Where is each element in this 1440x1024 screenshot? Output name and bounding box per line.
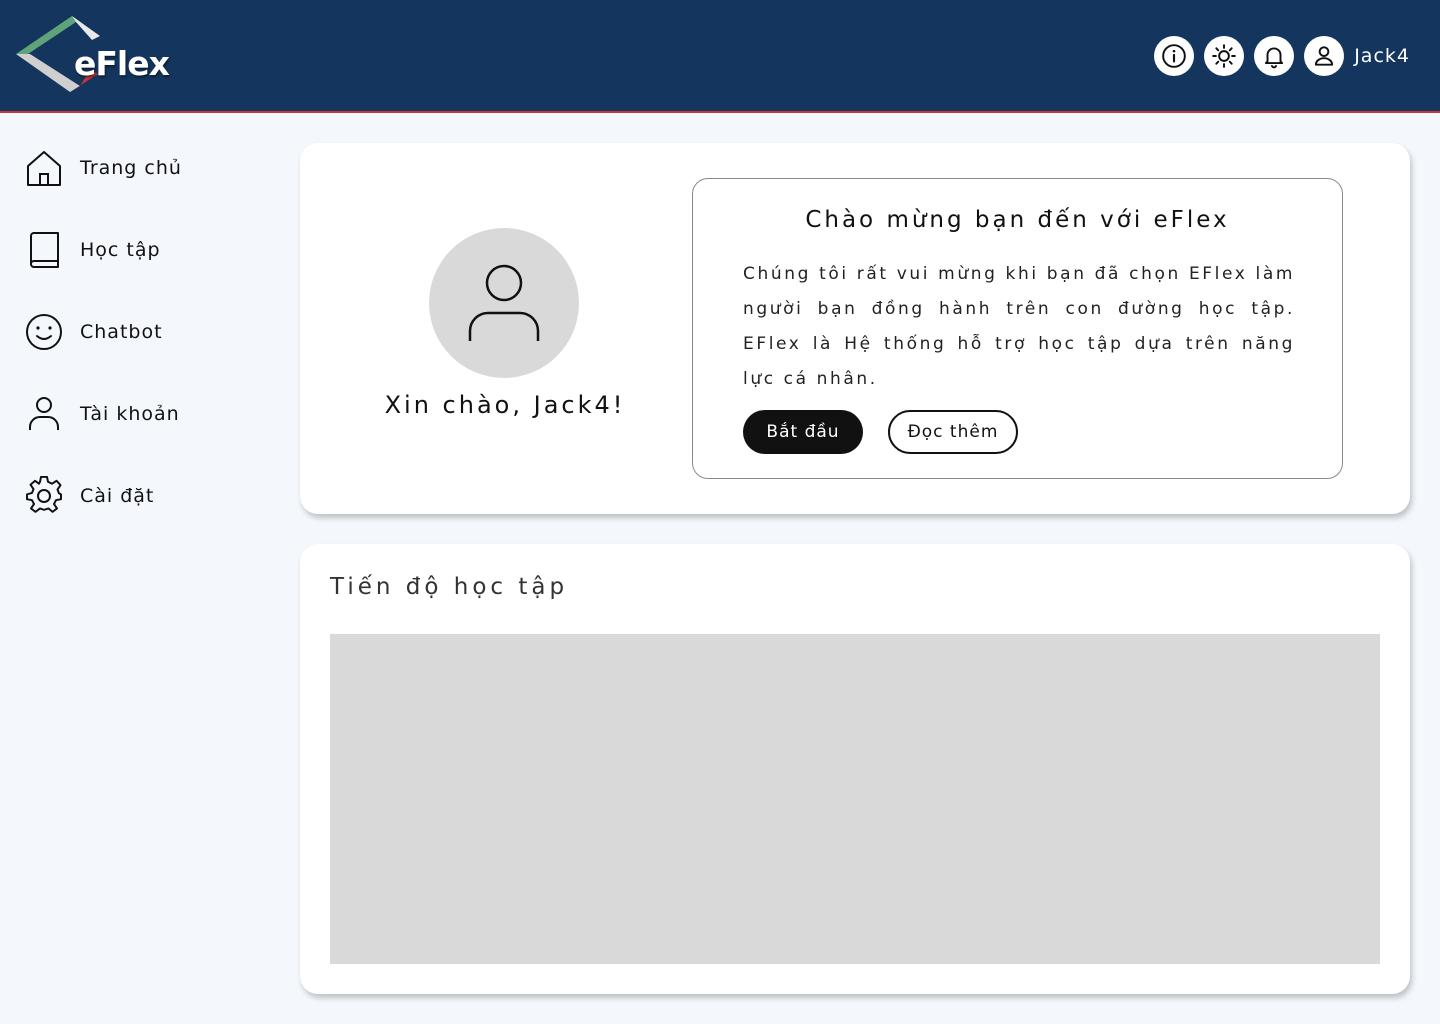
- notification-bell-icon: [1265, 47, 1284, 69]
- sidebar-item-label: Tài khoản: [80, 403, 180, 425]
- info-button[interactable]: [1154, 36, 1195, 76]
- sidebar-item-label: Trang chủ: [80, 157, 182, 179]
- intro-description: Chúng tôi rất vui mừng khi bạn đã chọn E…: [743, 264, 1295, 389]
- theme-toggle-icon: [1212, 44, 1237, 68]
- info-icon: [1162, 44, 1187, 68]
- start-button[interactable]: Bắt đầu: [743, 410, 863, 454]
- intro-panel: Chào mừng bạn đến với eFlex Chúng tôi rấ…: [692, 178, 1343, 479]
- top-header: eFlex Jack4: [0, 0, 1440, 113]
- header-actions: Jack4: [1144, 35, 1410, 77]
- book-icon: [30, 232, 59, 268]
- greeting-text: Xin chào, Jack4!: [384, 391, 626, 419]
- intro-title: Chào mừng bạn đến với eFlex: [805, 207, 1230, 233]
- sidebar-item-learning[interactable]: Học tập: [24, 225, 274, 275]
- sidebar-item-label: Chatbot: [80, 321, 163, 343]
- sidebar-item-settings[interactable]: Cài đặt: [24, 471, 274, 521]
- eflex-logo[interactable]: eFlex: [14, 14, 170, 94]
- gear-icon: [26, 476, 62, 513]
- progress-placeholder: [330, 634, 1380, 964]
- profile-avatar[interactable]: [429, 228, 579, 378]
- notifications-button[interactable]: [1254, 36, 1295, 76]
- username-label[interactable]: Jack4: [1354, 45, 1410, 67]
- home-icon: [27, 151, 61, 186]
- user-avatar-button[interactable]: [1304, 36, 1345, 76]
- smiley-icon: [26, 314, 62, 350]
- logo-text: eFlex: [74, 44, 170, 83]
- welcome-card: Xin chào, Jack4! Chào mừng bạn đến với e…: [300, 143, 1410, 514]
- user-icon: [1315, 46, 1334, 66]
- user-icon: [29, 397, 59, 430]
- sidebar-item-label: Học tập: [80, 239, 161, 261]
- sidebar-item-chatbot[interactable]: Chatbot: [24, 307, 274, 357]
- learning-progress-card: Tiến độ học tập: [300, 544, 1410, 994]
- read-more-button[interactable]: Đọc thêm: [888, 410, 1018, 454]
- sidebar-item-account[interactable]: Tài khoản: [24, 389, 274, 439]
- sidebar-item-label: Cài đặt: [80, 485, 155, 507]
- sidebar-item-home[interactable]: Trang chủ: [24, 143, 274, 193]
- user-icon: [468, 264, 540, 341]
- theme-toggle-button[interactable]: [1204, 36, 1245, 76]
- progress-title: Tiến độ học tập: [330, 574, 569, 600]
